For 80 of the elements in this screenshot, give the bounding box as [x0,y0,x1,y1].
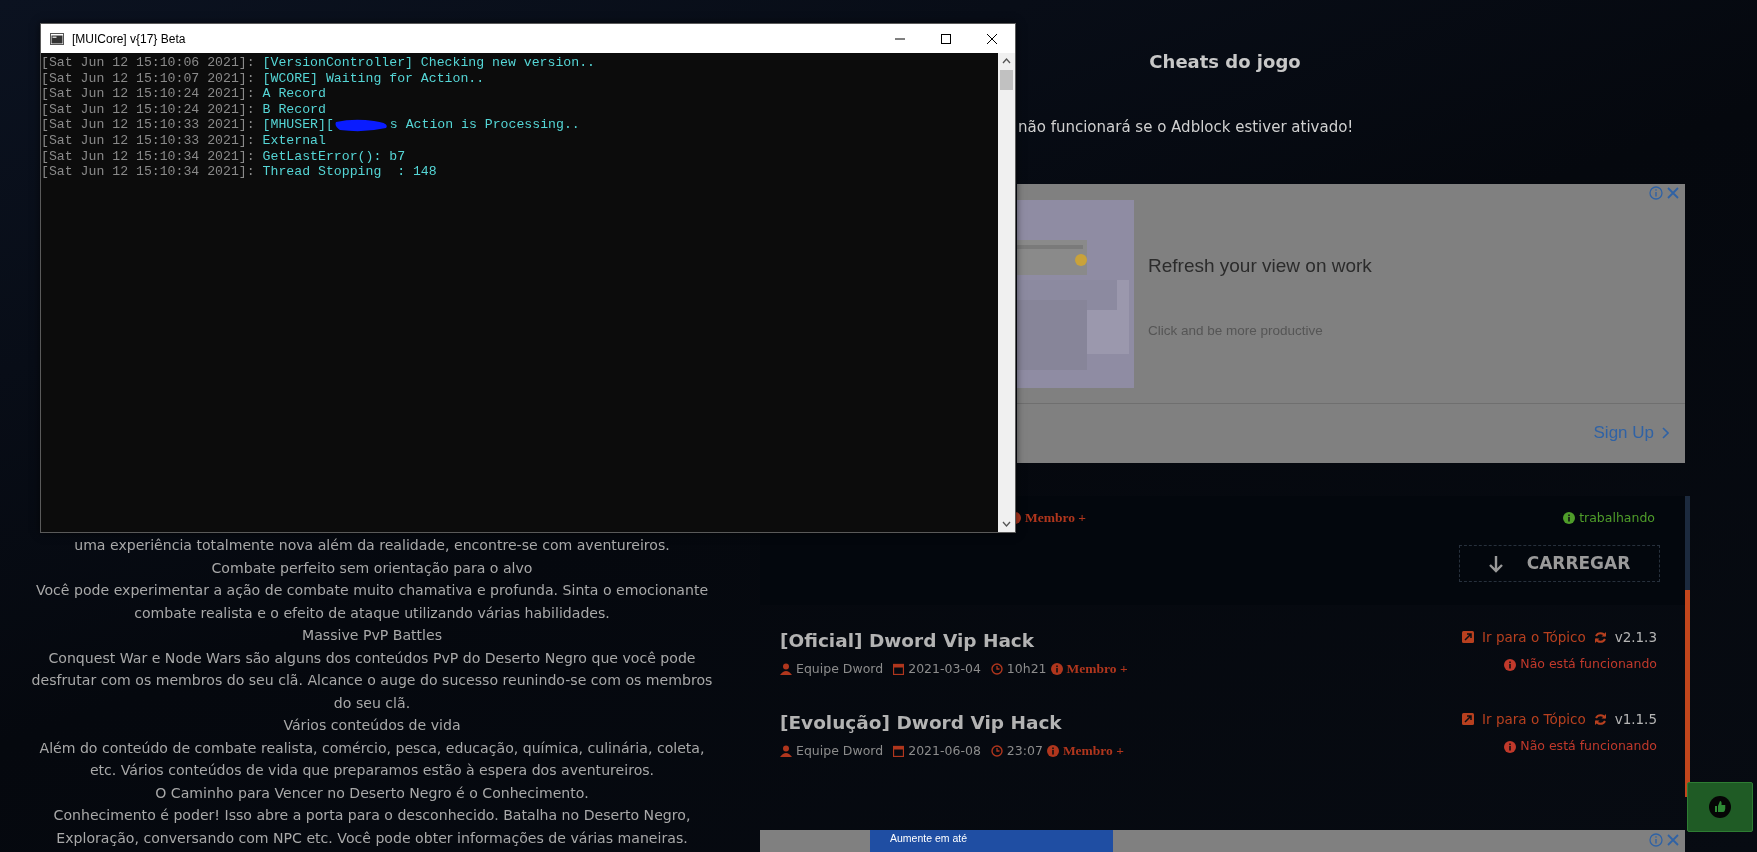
scroll-up-icon[interactable] [1002,58,1011,64]
ad-headline: Aumente em até [870,830,1113,852]
maximize-icon [941,34,951,45]
scroll-down-icon[interactable] [1002,521,1011,527]
version-label: v1.1.5 [1614,710,1657,729]
log-message: Thread Stopping : 148 [262,164,437,180]
topic-link[interactable]: Ir para o Tópico [1482,709,1586,730]
log-message: B Record [262,101,326,118]
download-arrow-icon [1488,554,1503,573]
membership-label: Membro + [1066,659,1128,678]
external-link-icon [1462,713,1475,726]
info-icon [1046,744,1059,757]
close-icon[interactable] [1667,186,1679,200]
ad-title: Refresh your view on work [1148,254,1372,278]
description-paragraph: O Caminho para Vencer no Deserto Negro é o Conhecimento. [154,783,590,803]
log-timestamp: [Sat Jun 12 15:10:24 2021]: [41,86,256,102]
time-label: 10h21 [1006,659,1047,678]
status-label: trabalhando [1579,508,1655,527]
author-label: Equipe Dword [796,659,884,678]
log-message: [MHUSER][ [262,117,334,133]
close-icon[interactable] [1667,833,1679,847]
download-button[interactable]: CARREGAR [1459,545,1660,583]
description-paragraph: uma experiência totalmente nova além da realidade, encontre-se com aventureiros. [73,536,671,555]
calendar-icon [893,744,905,757]
section-heading: Cheats do jogo [1149,51,1301,72]
clock-icon [990,744,1003,757]
info-icon[interactable] [1649,186,1663,200]
description-paragraph: Combate perfeito sem orientação para o alvo [210,558,534,578]
info-icon [1504,658,1517,671]
info-icon [1050,662,1063,675]
user-icon [780,744,792,757]
date-label: 2021-06-08 [908,741,981,760]
cheat-title[interactable]: [Oficial] Dword Vip Hack [780,627,1128,655]
log-message: [VersionController] Checking new version.. [262,55,595,71]
scrollbar-thumb[interactable] [1000,70,1013,90]
membership-label: Membro + [1062,741,1124,760]
log-timestamp: [Sat Jun 12 15:10:07 2021]: [41,70,256,87]
description-paragraph: Vários conteúdos de vida [282,716,462,735]
log-timestamp: [Sat Jun 12 15:10:33 2021]: [41,117,256,133]
description-paragraph: Conquest War e Node Wars são alguns dos conteúdos PvP do Deserto Negro que você pode desfrutar com os membros do seu clã. Alcance o auge do sucesso reunindo-se com os membros do seu clã. [30,648,714,713]
log-timestamp: [Sat Jun 12 15:10:33 2021]: [41,132,256,149]
thumbs-up-icon [1709,796,1731,818]
cheat-title[interactable]: [Evolução] Dword Vip Hack [780,709,1124,737]
description-paragraph: Você pode experimentar a ação de combate muito chamativa e profunda. Sinta o emocionante combate realista e o efeito de ataque utilizando várias habilidades. [34,581,710,623]
membership-label: Membro + [1025,509,1087,527]
description-paragraph: Massive PvP Battles [301,626,443,645]
log-message: s Action is Processing.. [389,117,580,133]
adblock-notice: não funcionará se o Adblock estiver ativado! [1018,118,1354,136]
author-label: Equipe Dword [796,741,884,760]
scrollbar[interactable] [998,53,1015,532]
close-icon [987,34,997,45]
log-timestamp: [Sat Jun 12 15:10:34 2021]: [41,148,256,165]
refresh-icon [1593,630,1607,644]
version-label: v2.1.3 [1614,628,1657,647]
log-message: External [262,132,326,149]
info-icon [1504,740,1517,753]
description-paragraph: Conhecimento é poder! Isso abre a porta para o desconhecido. Batalha no Deserto Negro, Exploração, conversando com NPC etc. Você pode obter informações de várias maneiras. [52,806,692,848]
chevron-right-icon [1662,427,1669,439]
log-message: [WCORE] Waiting for Action.. [262,70,485,87]
calendar-icon [893,662,905,675]
topic-link[interactable]: Ir para o Tópico [1482,627,1586,648]
log-timestamp: [Sat Jun 12 15:10:34 2021]: [41,164,256,180]
log-message: GetLastError(): b7 [262,148,406,165]
window-title: [MUICore] v{17} Beta [72,30,187,48]
description-paragraph: Além do conteúdo de combate realista, comércio, pesca, educação, química, culinária, coleta, etc. Vários conteúdos de vida que preparamos estão à espera dos aventureiros. [38,738,706,780]
time-label: 23:07 [1006,741,1043,760]
status-label: Não está funcionando [1520,737,1657,756]
clock-icon [990,662,1003,675]
log-timestamp: [Sat Jun 12 15:10:06 2021]: [41,55,256,71]
user-icon [780,662,792,675]
info-icon [1563,512,1576,525]
like-button[interactable] [1687,782,1753,832]
info-icon[interactable] [1649,833,1663,847]
external-link-icon [1462,631,1475,644]
app-icon [50,32,64,45]
refresh-icon [1593,712,1607,726]
status-label: Não está funcionando [1520,655,1657,674]
date-label: 2021-03-04 [908,659,981,678]
log-timestamp: [Sat Jun 12 15:10:24 2021]: [41,101,256,118]
log-message: A Record [262,86,326,102]
